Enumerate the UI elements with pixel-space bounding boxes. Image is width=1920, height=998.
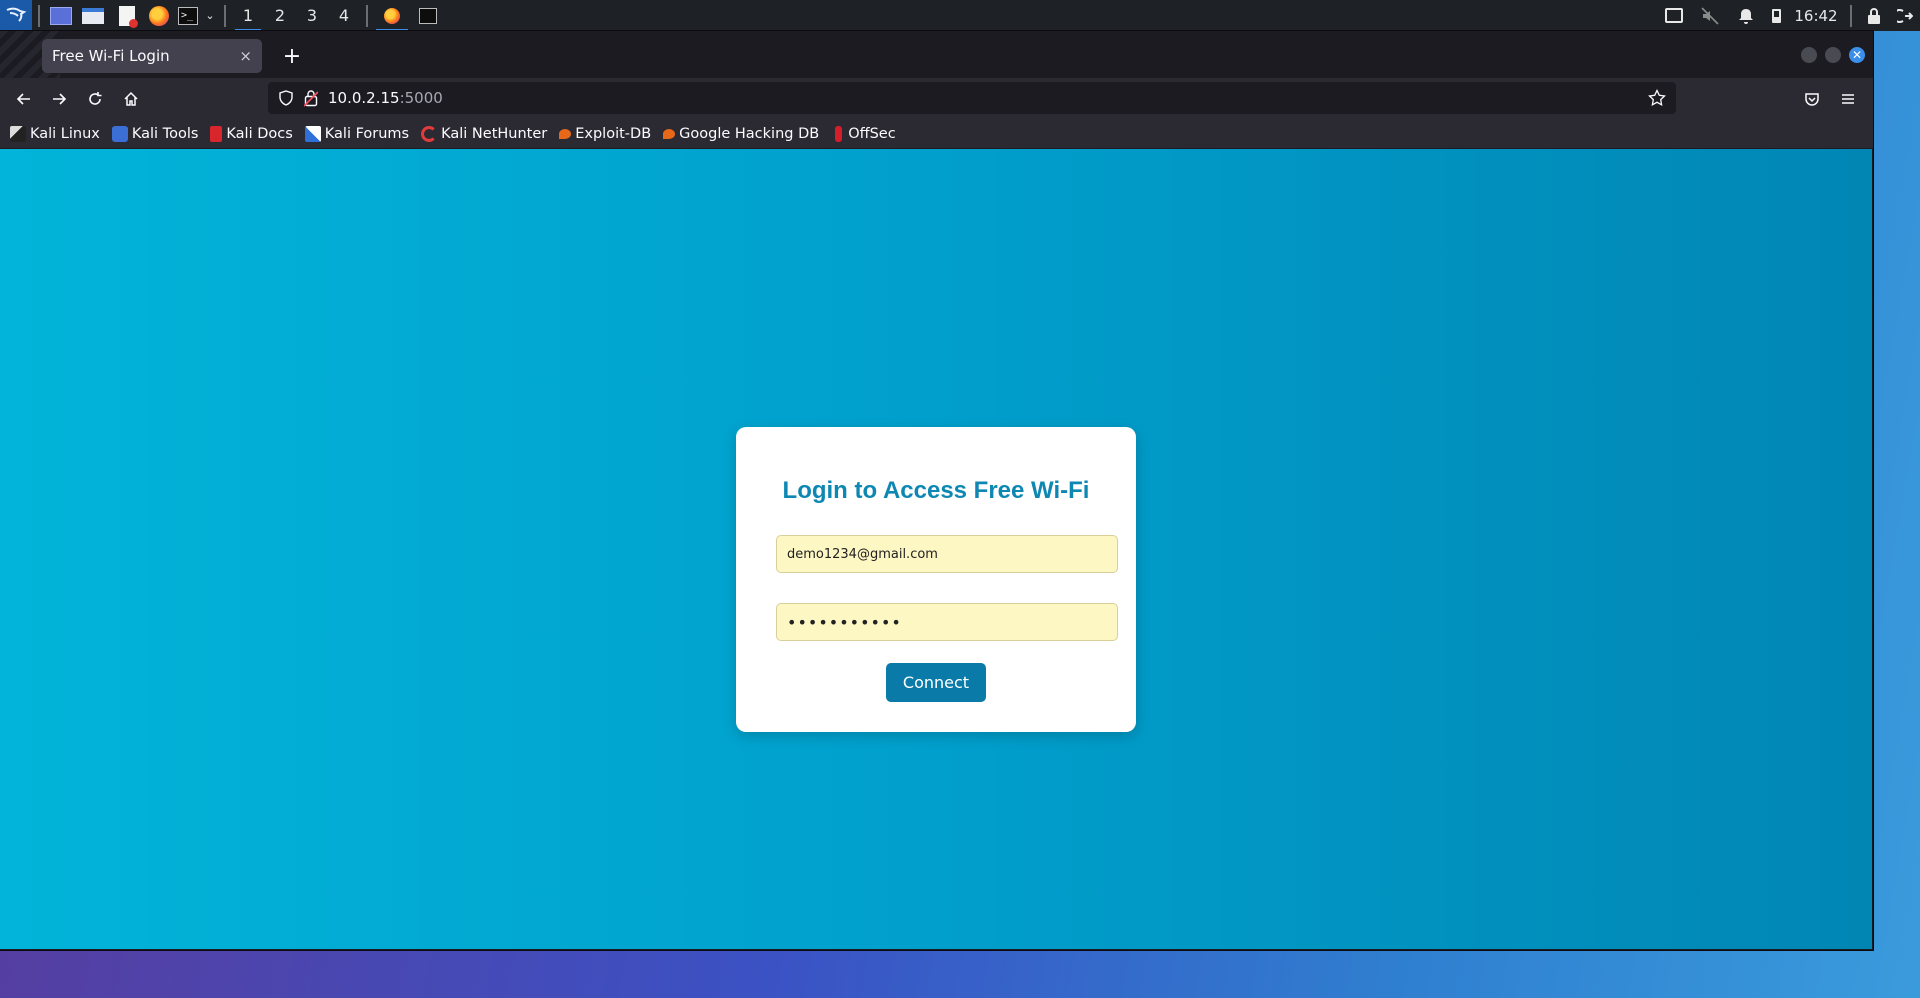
workspace-4[interactable]: 4 [328,0,360,31]
navigation-toolbar: 10.0.2.15:5000 [0,78,1873,120]
clock[interactable]: 16:42 [1788,0,1844,31]
workspace-3[interactable]: 3 [296,0,328,31]
panel-separator [366,4,368,27]
text-editor-icon[interactable] [110,0,144,31]
connect-button[interactable]: Connect [886,663,986,702]
battery-icon[interactable] [1764,0,1788,31]
url-host: 10.0.2.15 [328,89,400,107]
lock-screen-icon[interactable] [1858,0,1890,31]
email-field[interactable]: demo1234@gmail.com [776,535,1118,573]
address-bar[interactable]: 10.0.2.15:5000 [268,82,1676,114]
bookmark-label: Kali Forums [324,126,410,142]
maximize-window-button[interactable] [1825,47,1841,63]
bookmarks-toolbar: Kali Linux Kali Tools Kali Docs Kali For… [0,120,1873,148]
bookmark-google-hacking-db[interactable]: Google Hacking DB [663,126,819,142]
page-content: Login to Access Free Wi-Fi demo1234@gmai… [0,149,1872,949]
forward-button[interactable] [43,83,75,115]
insecure-lock-icon[interactable] [303,89,319,111]
hamburger-menu-icon [1842,94,1854,104]
bookmark-label: Kali Tools [131,126,199,142]
menu-button[interactable] [1832,83,1864,115]
top-panel: >_ ⌄ 1 2 3 4 16:42 [0,0,1920,31]
logout-icon[interactable] [1890,0,1920,31]
taskbar-terminal-window[interactable] [410,0,446,31]
pocket-button[interactable] [1796,83,1828,115]
panel-separator [1850,4,1852,27]
new-tab-button[interactable]: + [275,39,309,73]
tab-title: Free Wi-Fi Login [52,47,170,65]
ghdb-icon [663,129,676,139]
minimize-window-button[interactable] [1801,47,1817,63]
reload-button[interactable] [79,83,111,115]
tab-bar: Free Wi-Fi Login × + ✕ [0,31,1873,78]
home-button[interactable] [115,83,147,115]
bookmark-kali-linux[interactable]: Kali Linux [10,126,100,142]
bookmark-label: Kali NetHunter [441,126,548,142]
workspace-1[interactable]: 1 [232,0,264,31]
bookmark-kali-forums[interactable]: Kali Forums [304,126,410,142]
close-window-button[interactable]: ✕ [1849,47,1865,63]
url-port: :5000 [399,89,443,107]
notification-bell-icon[interactable] [1728,0,1764,31]
password-field[interactable]: ••••••••••• [776,603,1118,641]
tab-free-wifi-login[interactable]: Free Wi-Fi Login × [42,39,262,73]
bookmark-kali-nethunter[interactable]: Kali NetHunter [421,126,547,142]
bookmark-exploit-db[interactable]: Exploit-DB [559,126,651,142]
close-tab-icon[interactable]: × [239,47,252,65]
firefox-icon [384,7,400,24]
chevron-down-icon[interactable]: ⌄ [202,0,218,31]
kali-docs-icon [210,126,223,142]
offsec-icon [835,126,843,142]
back-button[interactable] [8,83,40,115]
workspace-2[interactable]: 2 [264,0,296,31]
kali-forums-icon [304,126,321,142]
taskbar-firefox-window[interactable] [374,0,410,31]
bookmark-star-icon[interactable] [1648,88,1666,111]
terminal-launcher-icon[interactable]: >_ [174,0,202,31]
volume-muted-icon[interactable] [1692,0,1728,31]
reload-icon [89,92,102,105]
firefox-launcher-icon[interactable] [144,0,174,31]
shield-icon[interactable] [278,90,294,110]
kali-tools-icon [111,126,128,142]
panel-separator [38,4,40,27]
login-card: Login to Access Free Wi-Fi demo1234@gmai… [736,427,1136,732]
bookmark-kali-tools[interactable]: Kali Tools [111,126,199,142]
arrow-left-icon [16,93,30,105]
bookmark-label: Kali Linux [30,126,100,142]
bookmark-label: OffSec [848,126,896,142]
bookmark-label: Exploit-DB [575,126,652,142]
bookmark-offsec[interactable]: OffSec [831,126,896,142]
home-icon [124,91,138,106]
display-icon[interactable] [1656,0,1692,31]
file-manager-icon[interactable] [76,0,110,31]
close-icon: ✕ [1851,48,1863,62]
nethunter-icon [421,126,438,142]
bookmark-label: Kali Docs [226,126,293,142]
pocket-icon [1805,93,1819,106]
panel-separator [224,4,226,27]
kali-menu-icon[interactable] [0,0,32,31]
login-title: Login to Access Free Wi-Fi [782,477,1090,504]
browser-window: Free Wi-Fi Login × + ✕ 10.0.2.15:5000 K… [0,31,1873,950]
desktop-icon[interactable] [46,0,76,31]
exploit-db-icon [559,129,572,139]
terminal-icon [419,7,437,24]
bookmark-label: Google Hacking DB [679,126,820,142]
bookmark-kali-docs[interactable]: Kali Docs [210,126,293,142]
kali-dragon-icon [10,126,26,142]
arrow-right-icon [53,93,67,105]
